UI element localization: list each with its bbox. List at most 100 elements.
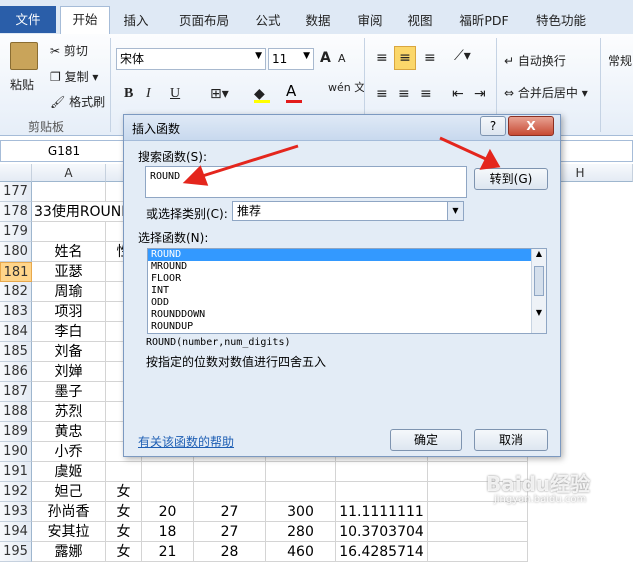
format-painter-button[interactable]: 🖌 格式刷: [50, 93, 105, 110]
table-cell[interactable]: [194, 462, 266, 482]
table-cell[interactable]: [336, 462, 428, 482]
table-cell[interactable]: 11.1111111: [336, 502, 428, 522]
align-center-icon[interactable]: ≡: [398, 86, 410, 102]
row-header[interactable]: 181: [0, 262, 32, 282]
function-list-item[interactable]: MROUND: [148, 261, 546, 273]
row-header[interactable]: 192: [0, 482, 32, 502]
function-list-item[interactable]: INT: [148, 285, 546, 297]
tab-page-layout[interactable]: 页面布局: [168, 8, 240, 34]
cancel-button[interactable]: 取消: [474, 429, 548, 451]
table-cell[interactable]: 16.4285714: [336, 542, 428, 562]
row-header[interactable]: 180: [0, 242, 32, 262]
row-header[interactable]: 186: [0, 362, 32, 382]
table-cell[interactable]: 280: [266, 522, 336, 542]
borders-icon[interactable]: ⊞▾: [210, 86, 229, 102]
tab-home[interactable]: 开始: [60, 6, 110, 35]
row-header[interactable]: 194: [0, 522, 32, 542]
ok-button[interactable]: 确定: [390, 429, 462, 451]
scroll-up-icon[interactable]: ▲: [532, 249, 546, 258]
table-cell[interactable]: [32, 222, 106, 242]
table-cell[interactable]: 女: [106, 482, 142, 502]
bold-button[interactable]: B: [124, 86, 133, 102]
tab-view[interactable]: 视图: [400, 8, 440, 34]
table-cell[interactable]: 28: [194, 542, 266, 562]
row-header[interactable]: 187: [0, 382, 32, 402]
table-cell[interactable]: [266, 482, 336, 502]
table-cell[interactable]: 亚瑟: [32, 262, 106, 282]
goto-button[interactable]: 转到(G): [474, 168, 548, 190]
tab-data[interactable]: 数据: [298, 8, 338, 34]
table-cell[interactable]: [336, 482, 428, 502]
row-header[interactable]: 190: [0, 442, 32, 462]
tab-file[interactable]: 文件: [0, 6, 56, 33]
table-cell[interactable]: 刘婵: [32, 362, 106, 382]
table-cell[interactable]: 项羽: [32, 302, 106, 322]
search-input[interactable]: ROUND: [145, 166, 467, 198]
scroll-thumb[interactable]: [534, 266, 544, 296]
table-cell[interactable]: 周瑜: [32, 282, 106, 302]
close-button[interactable]: X: [508, 116, 554, 136]
phonetic-button[interactable]: wén 文: [328, 82, 365, 93]
function-list-item[interactable]: ROUNDDOWN: [148, 309, 546, 321]
table-cell[interactable]: 女: [106, 502, 142, 522]
table-cell[interactable]: 黄忠: [32, 422, 106, 442]
italic-button[interactable]: I: [146, 86, 151, 102]
align-middle-icon[interactable]: ≡: [394, 46, 416, 70]
table-cell[interactable]: 虞姬: [32, 462, 106, 482]
table-cell[interactable]: [428, 542, 528, 562]
table-cell[interactable]: 460: [266, 542, 336, 562]
underline-button[interactable]: U: [170, 86, 180, 102]
row-header[interactable]: 191: [0, 462, 32, 482]
decrease-font-button[interactable]: A: [338, 52, 346, 65]
table-cell[interactable]: 女: [106, 522, 142, 542]
wrap-text-button[interactable]: ↵ 自动换行: [504, 52, 566, 69]
orientation-icon[interactable]: ⟋▾: [454, 48, 471, 64]
number-format-select[interactable]: 常规: [608, 52, 632, 69]
merge-center-button[interactable]: ⇔ 合并后居中 ▾: [504, 84, 588, 101]
paste-icon[interactable]: [10, 42, 38, 70]
category-select[interactable]: 推荐 ▼: [232, 201, 464, 221]
table-cell[interactable]: 20: [142, 502, 194, 522]
align-left-icon[interactable]: ≡: [376, 86, 388, 102]
table-cell[interactable]: 33使用ROUND: [32, 202, 132, 222]
row-header[interactable]: 185: [0, 342, 32, 362]
function-list-item[interactable]: ROUNDUP: [148, 321, 546, 333]
column-header-a[interactable]: A: [32, 164, 106, 182]
table-cell[interactable]: 27: [194, 522, 266, 542]
table-cell[interactable]: [428, 502, 528, 522]
table-cell[interactable]: 露娜: [32, 542, 106, 562]
tab-special[interactable]: 特色功能: [528, 8, 594, 34]
table-cell[interactable]: 21: [142, 542, 194, 562]
row-header[interactable]: 178: [0, 202, 32, 222]
tab-insert[interactable]: 插入: [114, 8, 158, 34]
table-cell[interactable]: 27: [194, 502, 266, 522]
table-cell[interactable]: [142, 482, 194, 502]
row-header[interactable]: 195: [0, 542, 32, 562]
row-header[interactable]: 184: [0, 322, 32, 342]
name-box[interactable]: G181: [0, 140, 128, 162]
font-size-select[interactable]: 11 ▼: [268, 48, 314, 70]
chevron-down-icon[interactable]: ▼: [447, 202, 463, 220]
copy-button[interactable]: ❐ 复制 ▾: [50, 68, 98, 85]
table-cell[interactable]: [428, 522, 528, 542]
function-list-item[interactable]: FLOOR: [148, 273, 546, 285]
cut-button[interactable]: ✂ 剪切: [50, 42, 88, 59]
row-header[interactable]: 182: [0, 282, 32, 302]
align-bottom-icon[interactable]: ≡: [424, 50, 436, 66]
row-header[interactable]: 193: [0, 502, 32, 522]
row-header[interactable]: 179: [0, 222, 32, 242]
table-cell[interactable]: 姓名: [32, 242, 106, 262]
font-name-select[interactable]: 宋体 ▼: [116, 48, 266, 70]
table-cell[interactable]: 300: [266, 502, 336, 522]
font-color-icon[interactable]: A: [286, 82, 302, 103]
function-list-item[interactable]: ROUND: [148, 249, 546, 261]
table-cell[interactable]: [194, 482, 266, 502]
align-right-icon[interactable]: ≡: [420, 86, 432, 102]
table-cell[interactable]: 安其拉: [32, 522, 106, 542]
table-cell[interactable]: 10.3703704: [336, 522, 428, 542]
table-cell[interactable]: 孙尚香: [32, 502, 106, 522]
row-header[interactable]: 189: [0, 422, 32, 442]
fill-color-icon[interactable]: ◆: [254, 86, 270, 103]
table-cell[interactable]: [106, 462, 142, 482]
select-all-corner[interactable]: [0, 164, 32, 182]
